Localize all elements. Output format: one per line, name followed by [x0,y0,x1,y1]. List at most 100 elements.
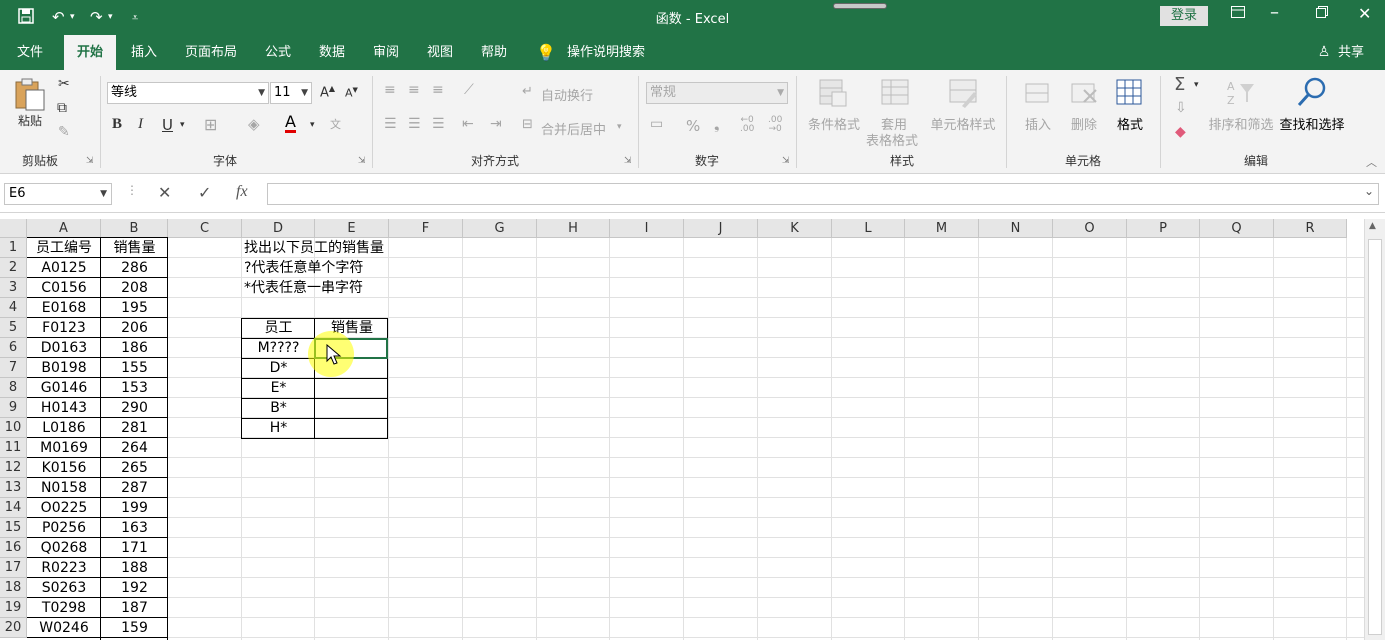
find-select-icon[interactable] [1296,76,1328,112]
tab-page-layout[interactable]: 页面布局 [180,35,242,70]
cell-styles-icon[interactable] [948,78,978,112]
restore-icon[interactable] [1316,6,1328,22]
merge-center-button[interactable]: 合并后居中 [541,119,606,138]
tab-home[interactable]: 开始 [64,35,116,70]
grow-font-icon[interactable]: A▲ [320,84,335,100]
decrease-indent-icon[interactable]: ⇤ [462,116,474,132]
name-box-value: E6 [9,186,26,201]
autosum-icon[interactable]: Σ [1174,74,1185,95]
font-color-dropdown-icon[interactable]: ▾ [310,120,315,130]
shrink-font-icon[interactable]: A▼ [345,86,358,100]
conditional-formatting-icon[interactable] [818,78,848,112]
format-cells-button[interactable]: 格式 [1110,114,1150,133]
cells-group-label: 单元格 [1064,154,1101,168]
clear-icon[interactable]: ◆ [1175,124,1186,140]
number-launcher-icon[interactable]: ⇲ [782,156,790,166]
divider [372,76,373,168]
sort-filter-icon[interactable]: AZ [1226,78,1256,112]
insert-function-button[interactable]: fx [236,183,248,201]
align-right-icon[interactable]: ☰ [432,116,445,132]
enter-icon[interactable]: ✓ [198,183,211,202]
format-as-table-button[interactable]: 表格格式 [862,130,922,149]
tab-insert[interactable]: 插入 [122,35,166,70]
tab-help[interactable]: 帮助 [472,35,516,70]
comma-style-icon[interactable]: ❟ [714,117,720,133]
number-format-value: 常规 [650,85,677,100]
tab-formulas[interactable]: 公式 [256,35,300,70]
ribbon: 粘贴 ✂ ⧉ ✎ 剪贴板 ⇲ 等线 ▼ 11 ▼ A▲ A▼ B I U ▾ ⊞ ◈… [0,70,1385,174]
align-middle-icon[interactable]: ≡ [408,82,420,98]
align-top-icon[interactable]: ≡ [384,82,396,98]
copy-icon[interactable]: ⧉ [57,100,67,116]
font-size-value: 11 [274,85,291,100]
formula-input[interactable] [267,183,1379,205]
phonetic-icon[interactable]: 文 [330,116,341,132]
number-format-select[interactable]: 常规 ▼ [646,82,788,104]
autosum-dropdown-icon[interactable]: ▾ [1194,80,1199,90]
close-icon[interactable]: ✕ [1358,4,1371,23]
increase-indent-icon[interactable]: ⇥ [490,116,502,132]
paste-icon[interactable] [14,78,46,116]
format-as-table-icon[interactable] [880,78,910,112]
font-size-select[interactable]: 11 ▼ [270,82,312,104]
merge-center-icon[interactable]: ⊟ [522,117,533,132]
wrap-text-icon[interactable]: ↵ [522,84,533,99]
insert-cells-button[interactable]: 插入 [1018,114,1058,133]
share-button[interactable]: 共享 [1334,35,1368,70]
cancel-icon[interactable]: ✕ [158,183,171,202]
underline-button[interactable]: U [162,116,173,134]
cut-icon[interactable]: ✂ [58,76,70,92]
expand-formula-bar-icon[interactable]: ⌄ [1364,184,1374,198]
mouse-pointer-icon [326,344,342,365]
fill-icon[interactable]: ⇩ [1175,100,1187,116]
scroll-up-icon[interactable]: ▲ [1369,221,1376,231]
tab-file[interactable]: 文件 [8,35,52,70]
ribbon-display-options-icon[interactable] [1231,6,1245,22]
paste-button[interactable]: 粘贴 [14,112,46,129]
tab-data[interactable]: 数据 [310,35,354,70]
scroll-thumb[interactable] [1368,239,1382,635]
svg-text:A: A [1227,80,1235,93]
font-launcher-icon[interactable]: ⇲ [358,156,366,166]
conditional-formatting-button[interactable]: 条件格式 [806,114,862,133]
font-color-button[interactable]: A [285,114,296,133]
decrease-decimal-icon[interactable]: .00 →0 [768,116,782,134]
login-button[interactable]: 登录 [1160,6,1208,26]
divider [638,76,639,168]
tell-me-search[interactable]: 操作说明搜索 [560,35,652,70]
currency-icon[interactable]: ▭ [650,116,663,132]
format-cells-icon[interactable] [1114,76,1144,112]
wrap-text-button[interactable]: 自动换行 [541,85,593,104]
vertical-scrollbar[interactable]: ▲ [1364,219,1385,640]
increase-decimal-icon[interactable]: ←0.00 [740,116,754,134]
collapse-ribbon-icon[interactable]: ︿ [1366,154,1377,170]
bold-button[interactable]: B [112,116,122,133]
worksheet-grid[interactable]: ABCDEFGHIJKLMNOPQR 1 2 3 4 5 6 7 8 9 10 11 12 13 14 15… [0,219,1364,640]
orientation-icon[interactable]: ⟋ [464,82,474,98]
align-bottom-icon[interactable]: ≡ [432,82,444,98]
find-select-button[interactable]: 查找和选择 [1278,114,1346,133]
clipboard-launcher-icon[interactable]: ⇲ [86,156,94,166]
ribbon-tabs: 文件 开始 插入 页面布局 公式 数据 审阅 视图 帮助 💡 操作说明搜索 ♙ … [0,35,1385,70]
delete-cells-button[interactable]: 删除 [1064,114,1104,133]
tab-review[interactable]: 审阅 [364,35,408,70]
delete-cells-icon[interactable] [1068,78,1098,112]
format-painter-icon[interactable]: ✎ [58,124,70,140]
clipboard-group-label: 剪贴板 [21,154,58,168]
cell-styles-button[interactable]: 单元格样式 [928,114,998,133]
align-left-icon[interactable]: ☰ [384,116,397,132]
minimize-icon[interactable]: – [1270,2,1279,23]
insert-cells-icon[interactable] [1022,78,1052,112]
font-name-select[interactable]: 等线 ▼ [107,82,269,104]
merge-dropdown-icon[interactable]: ▾ [617,122,622,132]
borders-icon[interactable]: ⊞ [204,115,217,134]
percent-button[interactable]: % [686,117,700,135]
sort-filter-button[interactable]: 排序和筛选 [1208,114,1274,133]
fill-color-icon[interactable]: ◈ [248,115,260,133]
italic-button[interactable]: I [138,116,143,133]
name-box[interactable]: E6 ▼ [4,183,112,205]
align-center-icon[interactable]: ☰ [408,116,421,132]
underline-dropdown-icon[interactable]: ▾ [180,120,185,130]
tab-view[interactable]: 视图 [418,35,462,70]
alignment-launcher-icon[interactable]: ⇲ [624,156,632,166]
